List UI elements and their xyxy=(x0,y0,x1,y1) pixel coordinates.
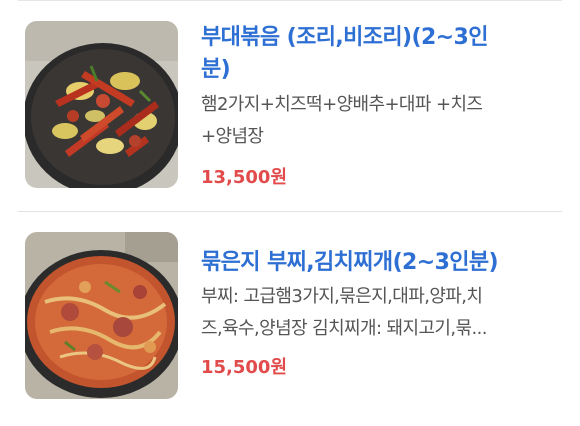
menu-item-description: 햄2가지+치즈떡+양배추+대파 +치즈 +양념장 xyxy=(201,94,483,147)
budae-bokkeum-photo xyxy=(25,21,178,188)
menu-item-price: 13,500원 xyxy=(201,167,288,188)
menu-item-title[interactable]: 부대볶음 (조리,비조리)(2~3인 분) xyxy=(201,22,553,86)
menu-item-title[interactable]: 묶은지 부찌,김치찌개(2~3인분) xyxy=(201,247,553,279)
menu-item-stew[interactable]: 묶은지 부찌,김치찌개(2~3인분) 부찌: 고급햄3가지,묶은지,대파,양파,… xyxy=(0,211,580,426)
menu-item-budae-bokkeum[interactable]: 부대볶음 (조리,비조리)(2~3인 분) 햄2가지+치즈떡+양배추+대파 +치… xyxy=(0,0,580,211)
menu-item-info: 묶은지 부찌,김치찌개(2~3인분) 부찌: 고급햄3가지,묶은지,대파,양파,… xyxy=(201,247,553,381)
menu-item-info: 부대볶음 (조리,비조리)(2~3인 분) 햄2가지+치즈떡+양배추+대파 +치… xyxy=(201,22,553,191)
stew-photo xyxy=(25,232,178,399)
menu-item-price: 15,500원 xyxy=(201,357,288,378)
menu-item-photo[interactable] xyxy=(25,232,178,399)
menu-item-description: 부찌: 고급햄3가지,묶은지,대파,양파,치 즈,육수,양념장 김치찌개: 돼지… xyxy=(201,286,487,339)
menu-item-photo[interactable] xyxy=(25,21,178,188)
